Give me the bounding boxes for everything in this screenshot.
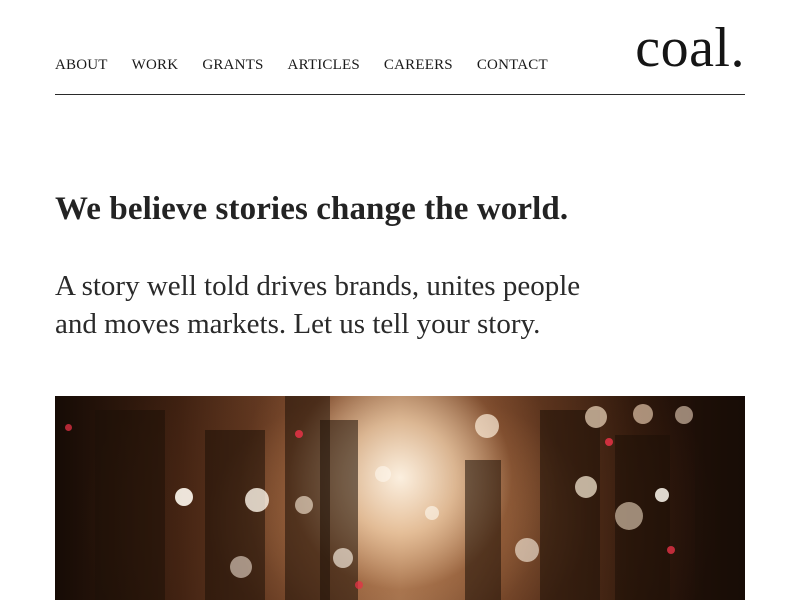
nav-about-link[interactable]: ABOUT bbox=[55, 57, 108, 74]
bokeh-light bbox=[605, 438, 613, 446]
skyline-building bbox=[205, 430, 265, 600]
bokeh-light bbox=[675, 406, 693, 424]
bokeh-light bbox=[65, 424, 72, 431]
bokeh-light bbox=[425, 506, 439, 520]
hero-city-lights-image bbox=[55, 396, 745, 600]
hero-tagline-line2: and moves markets. Let us tell your stor… bbox=[55, 308, 541, 340]
hero-headline: We believe stories change the world. bbox=[55, 191, 569, 227]
bokeh-light bbox=[633, 404, 653, 424]
skyline-building bbox=[465, 460, 501, 600]
hero-tagline-line1: A story well told drives brands, unites … bbox=[55, 270, 581, 302]
nav-contact-link[interactable]: CONTACT bbox=[477, 57, 548, 74]
skyline-building bbox=[540, 410, 600, 600]
nav-work-link[interactable]: WORK bbox=[132, 57, 179, 74]
bokeh-light bbox=[515, 538, 539, 562]
bokeh-light bbox=[475, 414, 499, 438]
brand-logo[interactable]: coal. bbox=[635, 20, 745, 76]
nav-grants-link[interactable]: GRANTS bbox=[202, 57, 263, 74]
main-nav: ABOUT WORK GRANTS ARTICLES CAREERS CONTA… bbox=[55, 57, 548, 74]
bokeh-light bbox=[375, 466, 391, 482]
nav-careers-link[interactable]: CAREERS bbox=[384, 57, 453, 74]
skyline-building bbox=[695, 400, 745, 600]
site-header: ABOUT WORK GRANTS ARTICLES CAREERS CONTA… bbox=[55, 0, 745, 95]
skyline-building bbox=[320, 420, 358, 600]
nav-articles-link[interactable]: ARTICLES bbox=[288, 57, 360, 74]
skyline-building bbox=[95, 410, 165, 600]
hero-tagline: A story well told drives brands, unites … bbox=[55, 267, 635, 343]
bokeh-light bbox=[175, 488, 193, 506]
skyline-building bbox=[615, 435, 670, 600]
